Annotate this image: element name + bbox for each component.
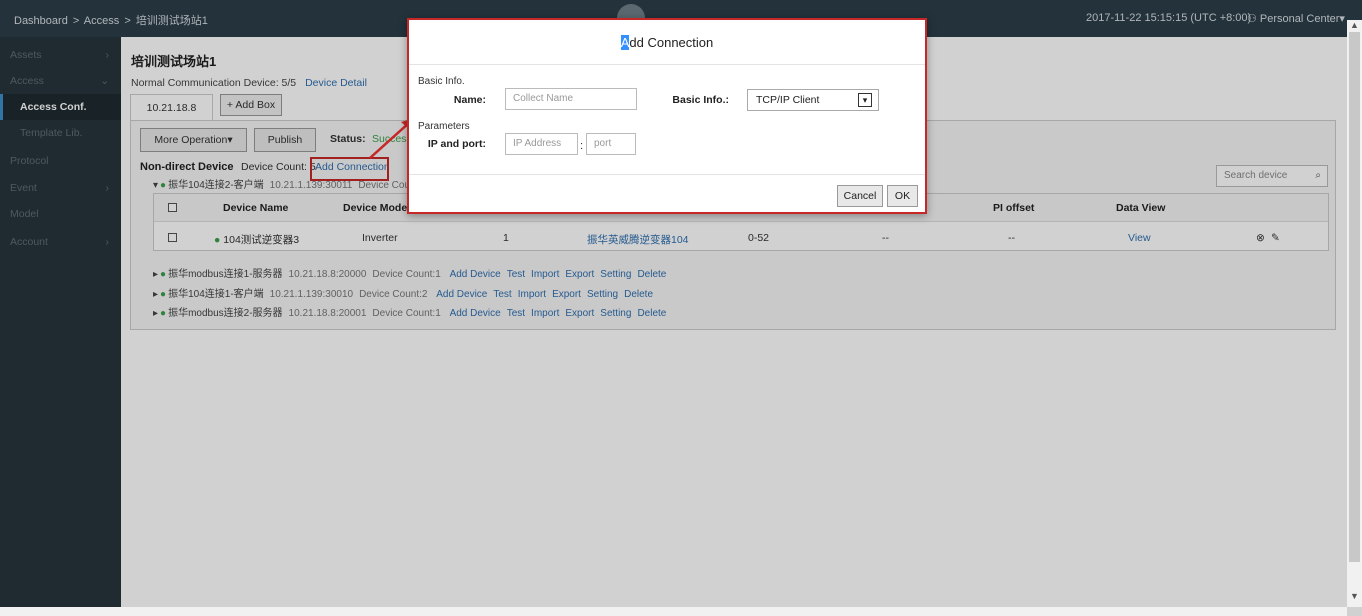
add-connection-dialog: Add Connection Basic Info. Name: Collect… (407, 18, 927, 214)
port-input[interactable]: port (586, 133, 636, 155)
basic-info-section: Basic Info. (418, 76, 465, 87)
ip-port-label: IP and port: (427, 138, 486, 150)
cancel-button[interactable]: Cancel (837, 185, 883, 207)
title-text: dd Connection (629, 35, 714, 50)
parameters-section: Parameters (418, 121, 470, 132)
type-label: Basic Info.: (672, 94, 729, 106)
name-input[interactable]: Collect Name (505, 88, 637, 110)
chevron-down-icon: ▾ (858, 93, 872, 107)
dialog-footer-divider (409, 174, 925, 175)
connection-type-select[interactable]: TCP/IP Client ▾ (747, 89, 879, 111)
colon-separator: : (580, 140, 584, 152)
ip-address-input[interactable]: IP Address (505, 133, 578, 155)
connection-type-value: TCP/IP Client (756, 94, 820, 106)
vertical-scrollbar[interactable]: ▲ ▼ (1347, 20, 1362, 607)
scrollbar-thumb[interactable] (1349, 32, 1360, 562)
dialog-title: Add Connection (409, 20, 925, 65)
ok-button[interactable]: OK (887, 185, 918, 207)
scroll-down-icon[interactable]: ▼ (1350, 591, 1359, 601)
scroll-up-icon[interactable]: ▲ (1350, 20, 1359, 30)
name-label: Name: (453, 94, 486, 106)
horizontal-scrollbar[interactable] (0, 607, 1347, 616)
